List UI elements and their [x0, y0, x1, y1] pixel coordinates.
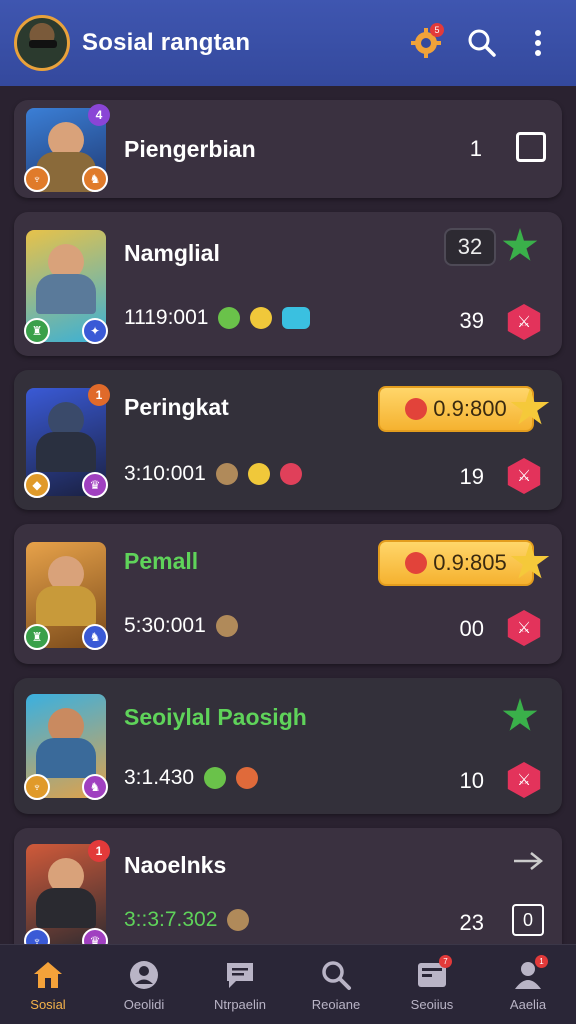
- nav-item-reoiane[interactable]: Reoiane: [288, 945, 384, 1024]
- role-icon: ♛: [82, 472, 108, 498]
- nav-item-ntrpaelin[interactable]: Ntrpaelin: [192, 945, 288, 1024]
- class-icon: ♆: [24, 774, 50, 800]
- nav-item-oeolidi[interactable]: Oeolidi: [96, 945, 192, 1024]
- player-name: Seoiylal Paosigh: [124, 704, 307, 730]
- app-title: Sosial rangtan: [82, 29, 251, 56]
- role-icon: ♞: [82, 774, 108, 800]
- player-score: 5:30:001: [124, 614, 206, 637]
- list-item[interactable]: 4 ♆ ♞ Piengerbian 1: [14, 100, 562, 198]
- medal-icon: [405, 552, 428, 574]
- rank-count: 19: [459, 464, 484, 489]
- character-portrait: ♜ ✦: [24, 230, 108, 344]
- fire-icon: [236, 767, 259, 789]
- coin-icon: [250, 307, 273, 329]
- person-circle-icon: [126, 957, 162, 993]
- list-item[interactable]: 1 ♆ ♛ Naoelnks 3::3:7.302 23 0: [14, 828, 562, 944]
- rank-count: 1: [469, 136, 482, 161]
- character-portrait: ♆ ♞: [24, 694, 108, 800]
- class-icon: ♆: [24, 928, 50, 944]
- rank-count: 00: [459, 616, 484, 641]
- rank-badge: 1: [88, 384, 110, 406]
- nugget-icon: [227, 909, 250, 931]
- role-icon: ♞: [82, 624, 108, 650]
- search-icon[interactable]: [458, 19, 506, 67]
- nugget-icon: [215, 463, 238, 485]
- character-portrait: 4 ♆ ♞: [24, 104, 110, 192]
- nav-badge: 7: [439, 955, 452, 968]
- arrow-right-icon[interactable]: [512, 850, 544, 877]
- card-icon: [282, 307, 311, 329]
- checkbox-icon[interactable]: [516, 132, 546, 162]
- class-icon: ◆: [24, 472, 50, 498]
- list-item[interactable]: ♜ ♞ Pemall 0.9:805 5:30:001 00 ⚔: [14, 524, 562, 664]
- player-name: Pemall: [124, 548, 199, 574]
- score-pill: 0.9:805: [378, 540, 534, 586]
- gear-icon[interactable]: 5: [402, 19, 450, 67]
- nav-item-seoiius[interactable]: Seoiius 7: [384, 945, 480, 1024]
- player-name: Piengerbian: [124, 136, 256, 162]
- class-icon: ♜: [24, 624, 50, 650]
- settings-badge: 5: [430, 23, 444, 37]
- class-icon: ♆: [24, 166, 50, 192]
- nav-badge: 1: [535, 955, 548, 968]
- rank-count: 10: [459, 768, 484, 793]
- player-name: Namglial: [124, 240, 220, 266]
- character-portrait: 1 ◆ ♛: [24, 384, 110, 498]
- role-icon: ♛: [82, 928, 108, 944]
- gem-icon: [218, 307, 241, 329]
- more-vert-icon[interactable]: [514, 19, 562, 67]
- nav-item-sosial[interactable]: Sosial: [0, 945, 96, 1024]
- player-score: 3:10:001: [124, 462, 206, 485]
- ranking-list: 4 ♆ ♞ Piengerbian 1 ♜ ✦ Namglial 32 1119…: [0, 86, 576, 944]
- star-icon: [502, 228, 538, 261]
- nugget-icon: [215, 615, 238, 637]
- ruby-icon: [279, 463, 302, 485]
- home-icon: [30, 957, 66, 993]
- player-name: Peringkat: [124, 394, 229, 420]
- role-icon: ✦: [82, 318, 108, 344]
- player-score: 1119:001: [124, 306, 209, 329]
- bottom-navigation: Sosial Oeolidi Ntrpaelin Reoiane Seoiius…: [0, 944, 576, 1024]
- star-icon: [502, 698, 538, 731]
- coin-icon: [247, 463, 270, 485]
- role-icon: ♞: [82, 166, 108, 192]
- character-portrait: ♜ ♞: [24, 542, 108, 650]
- chat-icon: [222, 957, 258, 993]
- search-icon: [318, 957, 354, 993]
- score-pill: 32: [444, 228, 496, 266]
- rank-badge: 1: [88, 840, 110, 862]
- character-portrait: 1 ♆ ♛: [24, 840, 110, 944]
- counter-box-icon[interactable]: 0: [512, 904, 544, 936]
- hex-icon[interactable]: ⚔: [507, 304, 541, 340]
- hex-icon[interactable]: ⚔: [507, 458, 541, 494]
- medal-icon: [405, 398, 428, 420]
- player-name: Naoelnks: [124, 852, 227, 878]
- list-item[interactable]: 1 ◆ ♛ Peringkat 0.9:800 3:10:001 19 ⚔: [14, 370, 562, 510]
- hex-icon[interactable]: ⚔: [507, 762, 541, 798]
- player-score: 3:1.430: [124, 766, 195, 789]
- hex-icon[interactable]: ⚔: [507, 610, 541, 646]
- nav-item-aaelia[interactable]: Aaelia 1: [480, 945, 576, 1024]
- list-item[interactable]: ♆ ♞ Seoiylal Paosigh 3:1.430 10 ⚔: [14, 678, 562, 814]
- gem-icon: [204, 767, 227, 789]
- profile-avatar[interactable]: [14, 15, 70, 71]
- class-icon: ♜: [24, 318, 50, 344]
- score-pill: 0.9:800: [378, 386, 534, 432]
- player-score: 3::3:7.302: [124, 908, 218, 931]
- top-app-bar: Sosial rangtan 5: [0, 0, 576, 86]
- list-item[interactable]: ♜ ✦ Namglial 32 1119:001 39 ⚔: [14, 212, 562, 356]
- rank-count: 39: [459, 308, 484, 333]
- rank-count: 23: [459, 910, 484, 935]
- rank-badge: 4: [88, 104, 110, 126]
